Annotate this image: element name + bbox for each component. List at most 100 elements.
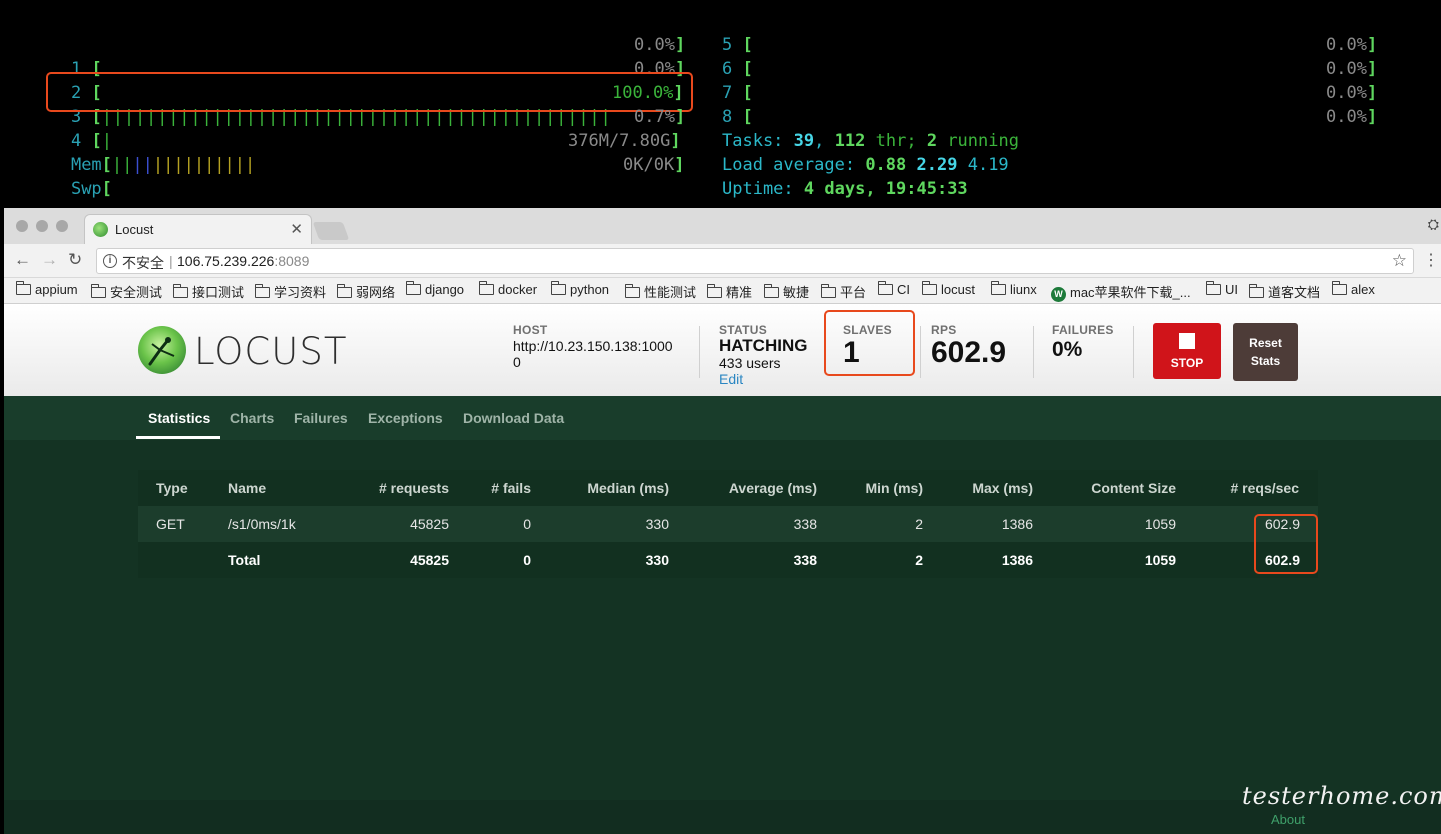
divider xyxy=(1033,326,1034,378)
bookmark-agile[interactable]: 敏捷 xyxy=(764,282,809,301)
new-tab-button[interactable] xyxy=(312,222,350,240)
slaves-highlight-box xyxy=(824,310,915,376)
swp-row: Swp[ xyxy=(70,179,112,199)
reset-stats-button[interactable]: Reset Stats xyxy=(1233,323,1298,381)
reqs-sec-highlight-box xyxy=(1254,514,1318,574)
folder-icon xyxy=(173,284,188,298)
cell-max: 1386 xyxy=(1001,516,1033,532)
cell-average: 338 xyxy=(793,552,817,568)
col-content-size[interactable]: Content Size xyxy=(1091,480,1176,496)
bookmark-star-icon[interactable]: ☆ xyxy=(1392,251,1407,271)
close-icon[interactable]: ✕ xyxy=(290,220,303,238)
tab-charts[interactable]: Charts xyxy=(230,410,274,426)
tab-statistics[interactable]: Statistics xyxy=(148,410,210,426)
col-type[interactable]: Type xyxy=(156,480,188,496)
bookmark-study[interactable]: 学习资料 xyxy=(255,282,326,301)
failures-value: 0% xyxy=(1052,338,1083,361)
cell-max: 1386 xyxy=(1001,552,1033,568)
bookmark-django[interactable]: django xyxy=(406,281,464,297)
bookmark-python[interactable]: python xyxy=(551,281,609,297)
cell-content-size: 1059 xyxy=(1144,516,1176,532)
cpu-1-pct: 0.0%] xyxy=(634,35,686,55)
bookmark-locust[interactable]: locust xyxy=(922,281,975,297)
forward-icon[interactable]: → xyxy=(41,250,58,270)
tab-failures[interactable]: Failures xyxy=(294,410,348,426)
users-value: 433 users xyxy=(719,355,781,371)
folder-icon xyxy=(1206,281,1221,295)
mem-row: Mem[|||||||||||||| xyxy=(70,155,256,175)
col-name[interactable]: Name xyxy=(228,480,266,496)
tab-exceptions[interactable]: Exceptions xyxy=(368,410,443,426)
bookmark-docker[interactable]: docker xyxy=(479,281,537,297)
cpu-row-6: 6 [ xyxy=(722,59,753,79)
folder-icon xyxy=(991,281,1006,295)
cell-fails: 0 xyxy=(523,516,531,532)
cpu-row-1: 1 [ xyxy=(70,59,102,79)
locust-logo-text: LOCUST xyxy=(194,330,348,373)
statistics-table: Type Name # requests # fails Median (ms)… xyxy=(138,470,1318,582)
bookmark-liunx[interactable]: liunx xyxy=(991,281,1037,297)
menu-icon[interactable]: ⋮ xyxy=(1423,250,1439,270)
stats-label: Stats xyxy=(1250,354,1281,368)
folder-icon xyxy=(1332,281,1347,295)
info-icon[interactable]: i xyxy=(103,254,117,268)
folder-icon xyxy=(1249,284,1264,298)
close-window-dot[interactable] xyxy=(16,220,28,232)
bookmark-daoke-docs[interactable]: 道客文档 xyxy=(1249,282,1320,301)
divider xyxy=(1133,326,1134,378)
bookmarks-bar: appium 安全测试 接口测试 学习资料 弱网络 django docker … xyxy=(4,278,1441,304)
site-favicon-icon: W xyxy=(1051,287,1066,302)
col-min[interactable]: Min (ms) xyxy=(865,480,923,496)
bookmark-mac-software[interactable]: Wmac苹果软件下载_... xyxy=(1051,282,1191,302)
status-value: HATCHING xyxy=(719,336,808,355)
bookmark-precision[interactable]: 精准 xyxy=(707,282,752,301)
col-reqs-sec[interactable]: # reqs/sec xyxy=(1231,480,1300,496)
col-fails[interactable]: # fails xyxy=(491,480,531,496)
address-bar[interactable]: i 不安全 | 106.75.239.226:8089 ☆ xyxy=(96,248,1414,274)
cell-average: 338 xyxy=(793,516,817,532)
folder-icon xyxy=(821,284,836,298)
maximize-window-dot[interactable] xyxy=(56,220,68,232)
reload-icon[interactable]: ↻ xyxy=(68,250,82,270)
bookmark-perf-test[interactable]: 性能测试 xyxy=(625,282,696,301)
bookmark-api-test[interactable]: 接口测试 xyxy=(173,282,244,301)
bookmark-ci[interactable]: CI xyxy=(878,281,910,297)
cpu-5-pct: 0.0%] xyxy=(1326,35,1378,55)
bookmark-ui[interactable]: UI xyxy=(1206,281,1238,297)
folder-icon xyxy=(922,281,937,295)
cell-content-size: 1059 xyxy=(1144,552,1176,568)
cpu-row-4: 4 [| xyxy=(70,131,112,151)
about-link[interactable]: About xyxy=(1271,812,1305,827)
edit-link[interactable]: Edit xyxy=(719,371,743,387)
tab-download-data[interactable]: Download Data xyxy=(463,410,564,426)
minimize-window-dot[interactable] xyxy=(36,220,48,232)
status-label: STATUS xyxy=(719,323,768,337)
col-average[interactable]: Average (ms) xyxy=(729,480,817,496)
cell-requests: 45825 xyxy=(410,552,449,568)
divider xyxy=(699,326,700,378)
divider xyxy=(920,326,921,378)
cell-median: 330 xyxy=(645,552,669,568)
tab-locust[interactable]: Locust ✕ xyxy=(84,214,312,244)
bookmark-weak-network[interactable]: 弱网络 xyxy=(337,282,395,301)
col-median[interactable]: Median (ms) xyxy=(587,480,669,496)
cell-type: GET xyxy=(156,516,185,532)
htop-terminal: 1 [ 0.0%] 2 [ 0.0%] 3 [|||||||||||||||||… xyxy=(0,0,1441,208)
bookmark-appium[interactable]: appium xyxy=(16,281,78,297)
bookmark-alex[interactable]: alex xyxy=(1332,281,1375,297)
col-max[interactable]: Max (ms) xyxy=(972,480,1033,496)
failures-label: FAILURES xyxy=(1052,323,1114,337)
insecure-label: 不安全 xyxy=(122,255,164,271)
bookmark-platform[interactable]: 平台 xyxy=(821,282,866,301)
table-total-row: Total 45825 0 330 338 2 1386 1059 602.9 xyxy=(138,542,1318,578)
tab-title: Locust xyxy=(115,222,154,237)
browser-window: Locust ✕ ⛭ ← → ↻ i 不安全 | 106.75.239.226:… xyxy=(4,208,1441,834)
bookmark-security[interactable]: 安全测试 xyxy=(91,282,162,301)
col-requests[interactable]: # requests xyxy=(379,480,449,496)
stop-button[interactable]: STOP xyxy=(1153,323,1221,379)
cell-min: 2 xyxy=(915,552,923,568)
slaves-value: 1 xyxy=(843,336,860,369)
locust-header: LOCUST HOST http://10.23.150.138:10000 S… xyxy=(4,304,1441,396)
cpu-row-5: 5 [ xyxy=(722,35,753,55)
back-icon[interactable]: ← xyxy=(14,250,31,270)
